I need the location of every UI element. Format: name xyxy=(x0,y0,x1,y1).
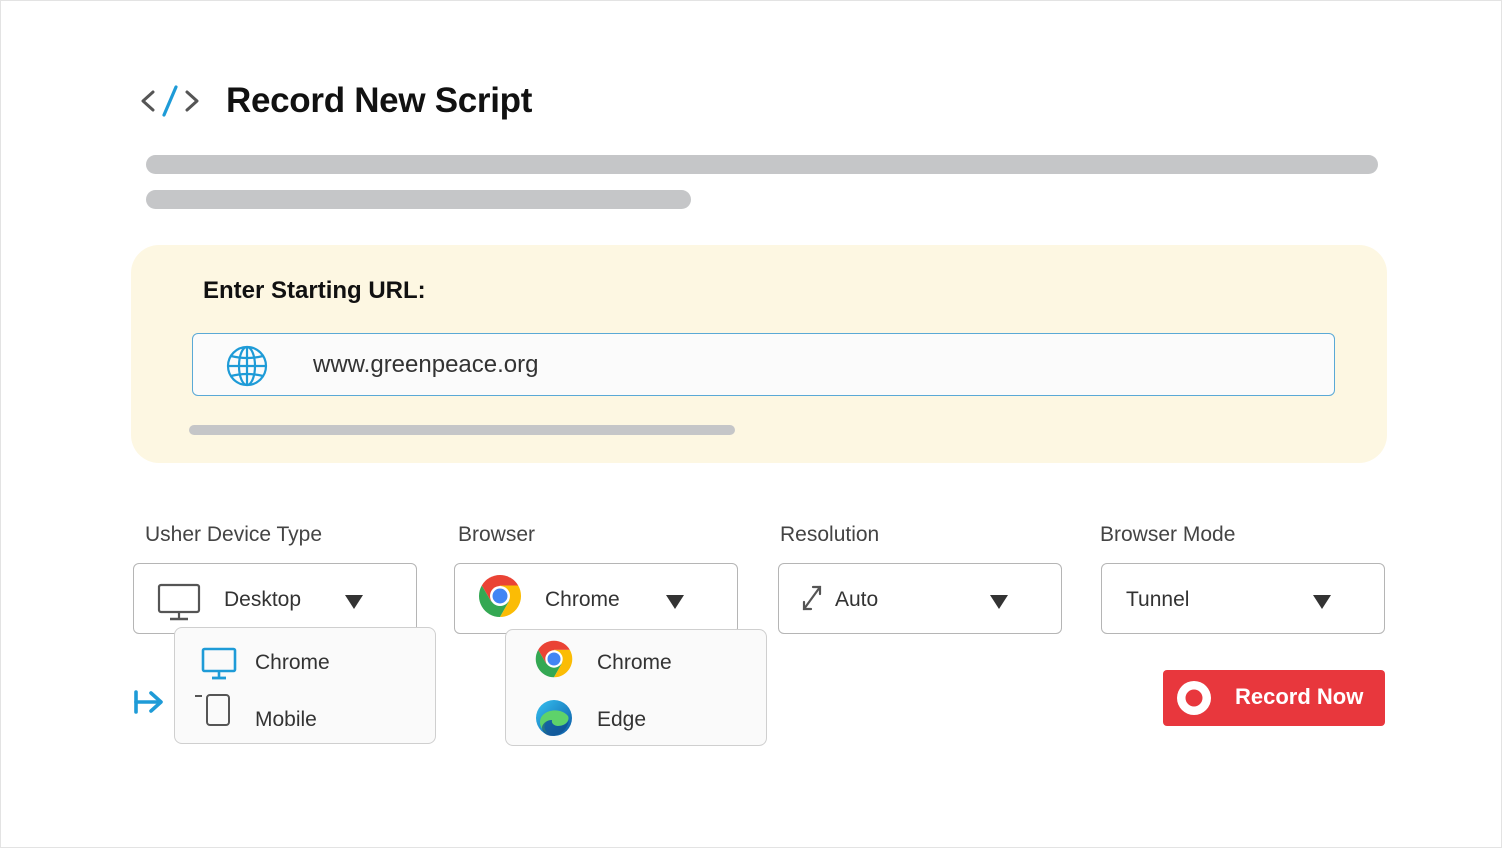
resolution-select[interactable]: Auto xyxy=(778,563,1062,634)
placeholder-line xyxy=(189,425,735,435)
monitor-icon xyxy=(157,583,201,621)
dropdown-item-mobile[interactable]: Mobile xyxy=(175,694,435,742)
browser-dropdown: Chrome Edge xyxy=(505,629,767,746)
url-label: Enter Starting URL: xyxy=(203,277,426,304)
placeholder-line xyxy=(146,190,691,209)
dropdown-item-label: Chrome xyxy=(597,651,672,674)
browser-mode-select[interactable]: Tunnel xyxy=(1101,563,1385,634)
dropdown-item-chrome[interactable]: Chrome xyxy=(175,641,435,685)
placeholder-line xyxy=(146,155,1378,174)
record-now-label: Record Now xyxy=(1235,684,1364,709)
arrow-right-icon xyxy=(134,690,163,714)
url-field[interactable] xyxy=(192,333,1335,396)
code-icon xyxy=(141,85,199,117)
page-header: Record New Script xyxy=(140,78,532,124)
url-panel: Enter Starting URL: xyxy=(131,245,1387,463)
chevron-down-icon xyxy=(990,595,1008,609)
page-title: Record New Script xyxy=(226,81,533,120)
chevron-down-icon xyxy=(666,595,684,609)
record-icon xyxy=(1177,681,1211,715)
device-type-dropdown: Chrome Mobile xyxy=(174,627,436,744)
device-type-label: Usher Device Type xyxy=(145,523,323,546)
browser-select[interactable]: Chrome xyxy=(454,563,738,634)
globe-icon xyxy=(226,345,268,387)
browser-mode-value: Tunnel xyxy=(1126,588,1190,611)
browser-label: Browser xyxy=(458,523,536,546)
chevron-down-icon xyxy=(345,595,363,609)
chrome-icon xyxy=(535,640,573,678)
browser-mode-label: Browser Mode xyxy=(1100,523,1236,546)
resize-icon xyxy=(802,585,822,611)
mobile-icon xyxy=(195,694,230,726)
dropdown-item-label: Chrome xyxy=(255,651,330,674)
device-type-select[interactable]: Desktop xyxy=(133,563,417,634)
resolution-value: Auto xyxy=(835,588,879,611)
resolution-label: Resolution xyxy=(780,523,880,546)
browser-value: Chrome xyxy=(545,588,620,611)
chrome-icon xyxy=(478,575,522,617)
edge-icon xyxy=(536,700,572,736)
chevron-down-icon xyxy=(1313,595,1331,609)
record-now-button[interactable]: Record Now xyxy=(1163,670,1385,726)
url-input[interactable] xyxy=(313,344,1293,386)
dropdown-item-label: Mobile xyxy=(255,708,317,731)
dropdown-item-chrome[interactable]: Chrome xyxy=(506,640,766,685)
dropdown-item-label: Edge xyxy=(597,708,647,731)
monitor-icon xyxy=(201,647,237,680)
device-type-value: Desktop xyxy=(224,588,302,611)
dropdown-item-edge[interactable]: Edge xyxy=(506,698,766,742)
